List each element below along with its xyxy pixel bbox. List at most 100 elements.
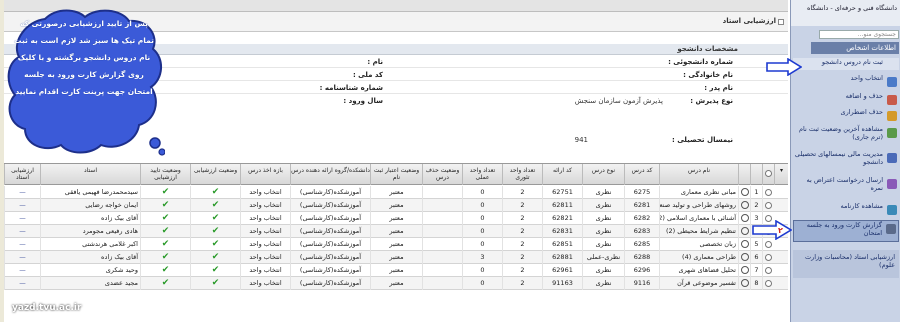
sidebar-item-registration-status[interactable]: مشاهده آخرین وضعیت ثبت نام (ترم جاری) (793, 125, 899, 147)
arrow-right-icon: ۲ (752, 220, 792, 240)
confirm-status-check-icon: ✔ (140, 251, 190, 264)
table-row[interactable]: 6 طراحی معماری (4) 6288 نظری-عملی 62881 2 3 معت… (4, 251, 788, 264)
cell-drop (422, 238, 462, 251)
sidebar-item-course-registration[interactable]: ثبت نام دروس دانشجو (793, 58, 899, 70)
magnifier-icon[interactable] (738, 225, 750, 238)
row-select-radio[interactable] (762, 277, 774, 290)
cell-valid: معتبر (370, 199, 422, 212)
sidebar-footer-evaluation[interactable]: ارزشیابی استاد (محاسبات وزارت علوم) (793, 250, 899, 278)
emergency-drop-icon (887, 111, 897, 121)
table-row[interactable]: 1 مبانی نظری معماری 6275 نظری 62751 2 0 معتبر آم… (4, 186, 788, 199)
eval-status-check-icon: ✔ (190, 212, 240, 225)
evaluation-link[interactable]: — (4, 264, 40, 277)
magnifier-icon[interactable] (738, 238, 750, 251)
cell-faculty: آموزشکده(کارشناسی) (290, 212, 370, 225)
first-name-label: نام : (367, 58, 383, 66)
table-row[interactable]: 7 تحلیل فضاهای شهری 6296 نظری 62961 2 0 معتبر آم… (4, 264, 788, 277)
cell-valid: معتبر (370, 251, 422, 264)
cell-name: آشنائی با معماری اسلامی (2) (659, 212, 738, 225)
site-watermark: yazd.tvu.ac.ir (12, 303, 82, 313)
header-select-all[interactable] (762, 164, 774, 185)
magnifier-icon[interactable] (738, 186, 750, 199)
callout-text: پس از تایید ارزشیابی درصورتی که تمام تیک… (14, 19, 154, 96)
courses-table: ▾ نام درس کد درس نوع درس کد ارائه تعداد … (4, 163, 788, 322)
header-course-name: نام درس (659, 164, 738, 185)
cell-n: 6 (750, 251, 762, 264)
sidebar-item-financial[interactable]: مدیریت مالی نیمسالهای تحصیلی دانشجو (793, 150, 899, 172)
sidebar-item-emergency-drop[interactable]: حذف اضطراری (793, 108, 899, 125)
cell-group: 62811 (542, 199, 582, 212)
cell-drop (422, 277, 462, 290)
collapse-icon[interactable] (778, 19, 784, 25)
eval-status-check-icon: ✔ (190, 199, 240, 212)
confirm-status-check-icon: ✔ (140, 264, 190, 277)
cell-name: مبانی نظری معماری (659, 186, 738, 199)
cell-group: 62881 (542, 251, 582, 264)
university-name: دانشگاه فنی و حرفه‌ای - دانشگاه (807, 4, 897, 12)
magnifier-icon[interactable] (738, 251, 750, 264)
table-row[interactable]: 5 زبان تخصصی 6285 نظری 62851 2 0 معتبر آموزشکده(… (4, 238, 788, 251)
add-drop-icon (887, 95, 897, 105)
sidebar-item-unit-selection[interactable]: انتخاب واحد (793, 74, 899, 91)
magnifier-icon[interactable] (738, 264, 750, 277)
magnifier-icon[interactable] (738, 199, 750, 212)
magnifier-icon[interactable] (738, 277, 750, 290)
financial-icon (887, 153, 897, 163)
table-row[interactable]: 3آشنائی با معماری اسلامی (2)6282نظری6282… (4, 212, 788, 225)
cell-teacher: وحید شکری (40, 264, 140, 277)
row-select-radio[interactable] (762, 264, 774, 277)
evaluation-link[interactable]: — (4, 251, 40, 264)
cell-theory: 2 (502, 186, 542, 199)
table-row[interactable]: 8 تفسیر موضوعی قرآن 9116 نظری 91163 2 0 معتبر آم… (4, 277, 788, 290)
table-row[interactable]: 4تنظیم شرایط محیطی (2)6283نظری6283120معت… (4, 225, 788, 238)
cell-teacher: ایمان خواجه رضایی (40, 199, 140, 212)
cell-n: 7 (750, 264, 762, 277)
cell-name: تفسیر موضوعی قرآن (659, 277, 738, 290)
last-name-label: نام خانوادگی : (683, 71, 733, 79)
entry-year-label: سال ورود : (343, 97, 383, 105)
id-number-label: شماره شناسنامه : (319, 84, 383, 92)
header-add-period: بازه اخذ درس (240, 164, 290, 185)
cell-teacher: آقای بیک زاده (40, 212, 140, 225)
evaluation-link[interactable]: — (4, 238, 40, 251)
row-select-radio[interactable] (762, 199, 774, 212)
admission-type-value: پذیرش آزمون سازمان سنجش (574, 97, 663, 105)
row-select-radio[interactable] (762, 186, 774, 199)
cell-name: روشهای طراحی و تولید صنعتی (659, 199, 738, 212)
magnifier-icon[interactable] (738, 212, 750, 225)
sidebar-item-label: مشاهده آخرین وضعیت ثبت نام (ترم جاری) (798, 125, 883, 141)
cell-practical: 3 (462, 251, 502, 264)
cell-type: نظری (582, 186, 624, 199)
header-row-number (750, 164, 762, 185)
cell-group: 62751 (542, 186, 582, 199)
sidebar-item-add-drop[interactable]: حذف و اضافه (793, 92, 899, 109)
header-course-type: نوع درس (582, 164, 624, 185)
cell-period: انتخاب واحد (240, 186, 290, 199)
menu-search-input[interactable]: جستجوی منو... (819, 30, 899, 39)
cell-drop (422, 199, 462, 212)
cell-faculty: آموزشکده(کارشناسی) (290, 264, 370, 277)
evaluation-link[interactable]: — (4, 186, 40, 199)
sidebar-item-transcript[interactable]: مشاهده کارنامه (793, 202, 899, 219)
sidebar-item-grade-appeal[interactable]: ارسال درخواست اعتراض به نمره (793, 176, 899, 198)
cell-valid: معتبر (370, 277, 422, 290)
admission-type-label: نوع پذیرش : (690, 97, 733, 105)
cell-faculty: آموزشکده(کارشناسی) (290, 251, 370, 264)
father-name-label: نام پدر : (704, 84, 733, 92)
header-menu-icon[interactable]: ▾ (774, 164, 788, 185)
term-label: نیمسال تحصیلی : (671, 136, 733, 144)
sidebar-item-exam-card[interactable]: گزارش کارت ورود به جلسه امتحان (793, 220, 899, 242)
cell-practical: 0 (462, 225, 502, 238)
page-title: ارزشیابی استاد (722, 17, 776, 25)
cell-teacher: آقای بیک زاده (40, 251, 140, 264)
row-select-radio[interactable] (762, 251, 774, 264)
evaluation-link[interactable]: — (4, 199, 40, 212)
evaluation-link[interactable]: — (4, 212, 40, 225)
term-value: 941 (574, 136, 588, 144)
evaluation-link[interactable]: — (4, 225, 40, 238)
cell-n: 8 (750, 277, 762, 290)
evaluation-link[interactable]: — (4, 277, 40, 290)
header-teacher: استاد (40, 164, 140, 185)
table-row[interactable]: 2 روشهای طراحی و تولید صنعتی 6281 نظری 62811… (4, 199, 788, 212)
sidebar-section-head[interactable]: اطلاعات اشخاص (811, 42, 899, 54)
